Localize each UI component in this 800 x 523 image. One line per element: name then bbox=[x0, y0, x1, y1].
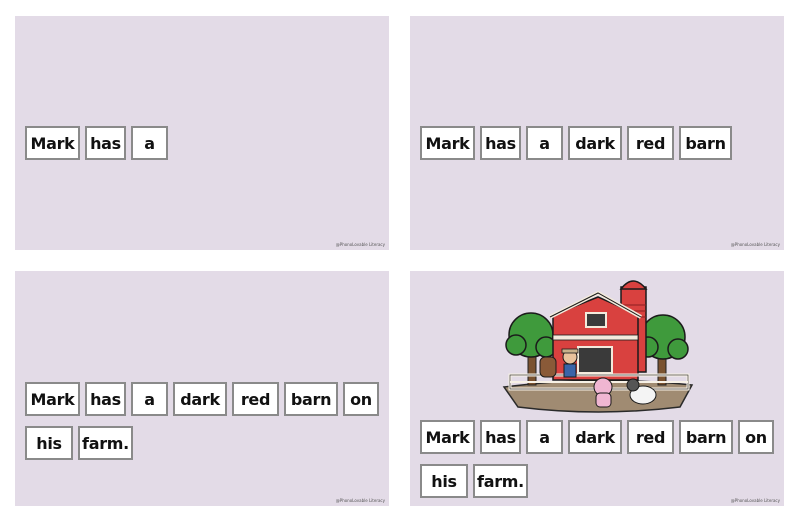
watermark: @PhonoLovable Literacy bbox=[730, 242, 780, 247]
word-tile[interactable]: on bbox=[738, 420, 774, 454]
word-tile[interactable]: farm. bbox=[78, 426, 133, 460]
watermark: @PhonoLovable Literacy bbox=[730, 498, 780, 503]
word-row: his farm. bbox=[420, 464, 528, 498]
word-tile[interactable]: Mark bbox=[25, 126, 80, 160]
word-tile[interactable]: farm. bbox=[473, 464, 528, 498]
word-row: Mark has a dark red barn on bbox=[25, 382, 379, 416]
farm-barn-illustration bbox=[502, 280, 694, 413]
word-tile[interactable]: dark bbox=[568, 126, 622, 160]
word-tile[interactable]: red bbox=[627, 126, 674, 160]
word-tile[interactable]: Mark bbox=[25, 382, 80, 416]
word-tile[interactable]: has bbox=[85, 126, 126, 160]
word-row: his farm. bbox=[25, 426, 133, 460]
word-tile[interactable]: dark bbox=[173, 382, 227, 416]
word-tile[interactable]: barn bbox=[679, 126, 732, 160]
word-row: Mark has a bbox=[25, 126, 168, 160]
pig-icon bbox=[593, 377, 613, 408]
word-tile[interactable]: red bbox=[627, 420, 674, 454]
word-tile[interactable]: has bbox=[85, 382, 126, 416]
horse-icon bbox=[539, 356, 557, 378]
word-tile[interactable]: a bbox=[131, 126, 168, 160]
word-tile[interactable]: a bbox=[131, 382, 168, 416]
word-row: Mark has a dark red barn bbox=[420, 126, 732, 160]
word-tile[interactable]: barn bbox=[679, 420, 733, 454]
word-tile[interactable]: on bbox=[343, 382, 379, 416]
word-tile[interactable]: red bbox=[232, 382, 279, 416]
watermark: @PhonoLovable Literacy bbox=[335, 242, 385, 247]
word-tile[interactable]: has bbox=[480, 420, 521, 454]
word-tile[interactable]: a bbox=[526, 420, 563, 454]
word-tile[interactable]: his bbox=[420, 464, 468, 498]
word-row: Mark has a dark red barn on bbox=[420, 420, 774, 454]
word-tile[interactable]: a bbox=[526, 126, 563, 160]
word-tile[interactable]: barn bbox=[284, 382, 338, 416]
word-tile[interactable]: his bbox=[25, 426, 73, 460]
word-tile[interactable]: Mark bbox=[420, 420, 475, 454]
word-tile[interactable]: has bbox=[480, 126, 521, 160]
word-tile[interactable]: Mark bbox=[420, 126, 475, 160]
slide-3: Mark has a dark red barn on his farm. @P… bbox=[15, 271, 389, 506]
slide-4: Mark has a dark red barn on his farm. @P… bbox=[410, 271, 784, 506]
slide-2: Mark has a dark red barn @PhonoLovable L… bbox=[410, 16, 784, 250]
watermark: @PhonoLovable Literacy bbox=[335, 498, 385, 503]
word-tile[interactable]: dark bbox=[568, 420, 622, 454]
slide-1: Mark has a @PhonoLovable Literacy bbox=[15, 16, 389, 250]
